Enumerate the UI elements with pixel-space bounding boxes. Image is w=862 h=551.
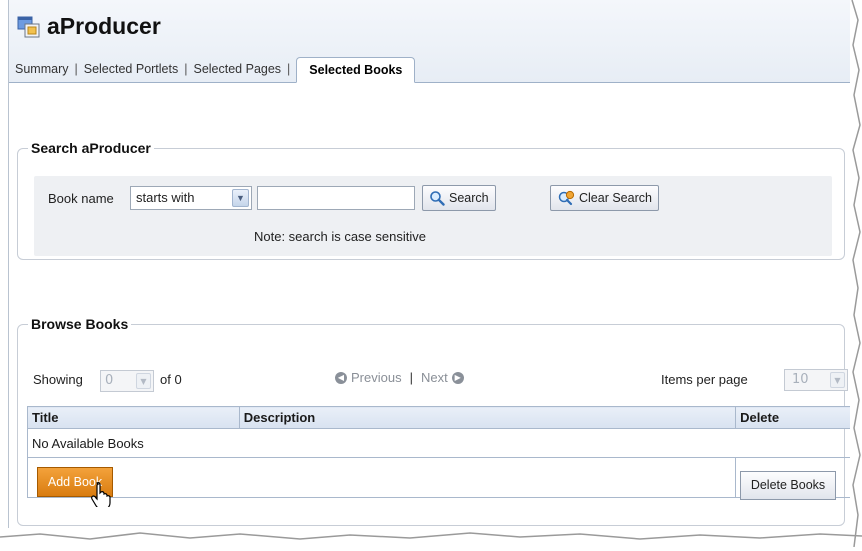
items-per-page-select[interactable]: 10 ▼	[784, 369, 848, 391]
torn-edge-right	[850, 0, 862, 548]
table-row: No Available Books	[27, 428, 853, 458]
previous-link[interactable]: Previous	[351, 370, 402, 385]
chevron-down-icon: ▼	[232, 189, 249, 207]
app-title: aProducer	[47, 13, 161, 39]
next-arrow-icon: ▶	[451, 371, 464, 384]
search-button[interactable]: Search	[422, 185, 496, 211]
match-mode-value: starts with	[136, 190, 195, 205]
empty-message: No Available Books	[27, 428, 853, 458]
match-mode-select[interactable]: starts with ▼	[130, 186, 252, 210]
search-section-title: Search aProducer	[31, 140, 151, 156]
clear-search-button[interactable]: Clear Search	[550, 185, 659, 211]
torn-edge-bottom	[0, 532, 862, 540]
pager-separator: |	[409, 370, 413, 385]
column-header-title[interactable]: Title	[27, 406, 240, 429]
tab-selected-portlets[interactable]: Selected Portlets	[78, 62, 185, 76]
book-name-input[interactable]	[257, 186, 415, 210]
page-select[interactable]: 0 ▼	[100, 370, 154, 392]
search-button-label: Search	[449, 191, 489, 205]
chevron-down-icon: ▼	[136, 373, 151, 389]
chevron-down-icon: ▼	[830, 372, 845, 388]
tab-bar: Summary | Selected Portlets | Selected P…	[9, 56, 416, 83]
hand-cursor-icon	[91, 482, 111, 507]
search-section: Search aProducer Book name starts with ▼…	[17, 140, 845, 260]
page-count-label: of 0	[160, 372, 182, 387]
tab-selected-books[interactable]: Selected Books	[296, 57, 416, 83]
tab-separator: |	[287, 62, 291, 76]
action-cell	[26, 457, 737, 498]
search-panel: Book name starts with ▼ Search Clear Sea…	[34, 176, 832, 256]
tab-summary[interactable]: Summary	[9, 62, 74, 76]
search-note: Note: search is case sensitive	[254, 229, 426, 244]
items-per-page-label: Items per page	[661, 372, 748, 387]
search-icon	[430, 191, 445, 206]
book-name-label: Book name	[48, 191, 114, 206]
tab-selected-pages[interactable]: Selected Pages	[187, 62, 287, 76]
portlet-header: aProducer Summary | Selected Portlets | …	[9, 0, 854, 83]
page-select-value: 0	[105, 373, 114, 388]
delete-books-button[interactable]: Delete Books	[740, 471, 836, 500]
column-header-description[interactable]: Description	[238, 406, 737, 429]
previous-arrow-icon: ◀	[335, 371, 347, 384]
column-header-delete: Delete	[735, 406, 853, 429]
browse-section-title: Browse Books	[31, 316, 129, 332]
pager: ◀ Previous | Next ▶	[335, 370, 464, 385]
table-action-row	[26, 457, 853, 498]
clear-search-icon	[558, 190, 575, 206]
application-icon	[17, 16, 40, 38]
next-link[interactable]: Next	[421, 370, 448, 385]
books-table: Title Description Delete No Available Bo…	[26, 406, 853, 498]
portlet-window: aProducer Summary | Selected Portlets | …	[8, 0, 854, 528]
items-per-page-value: 10	[792, 372, 809, 387]
showing-label: Showing	[33, 372, 83, 387]
clear-search-button-label: Clear Search	[579, 191, 652, 205]
